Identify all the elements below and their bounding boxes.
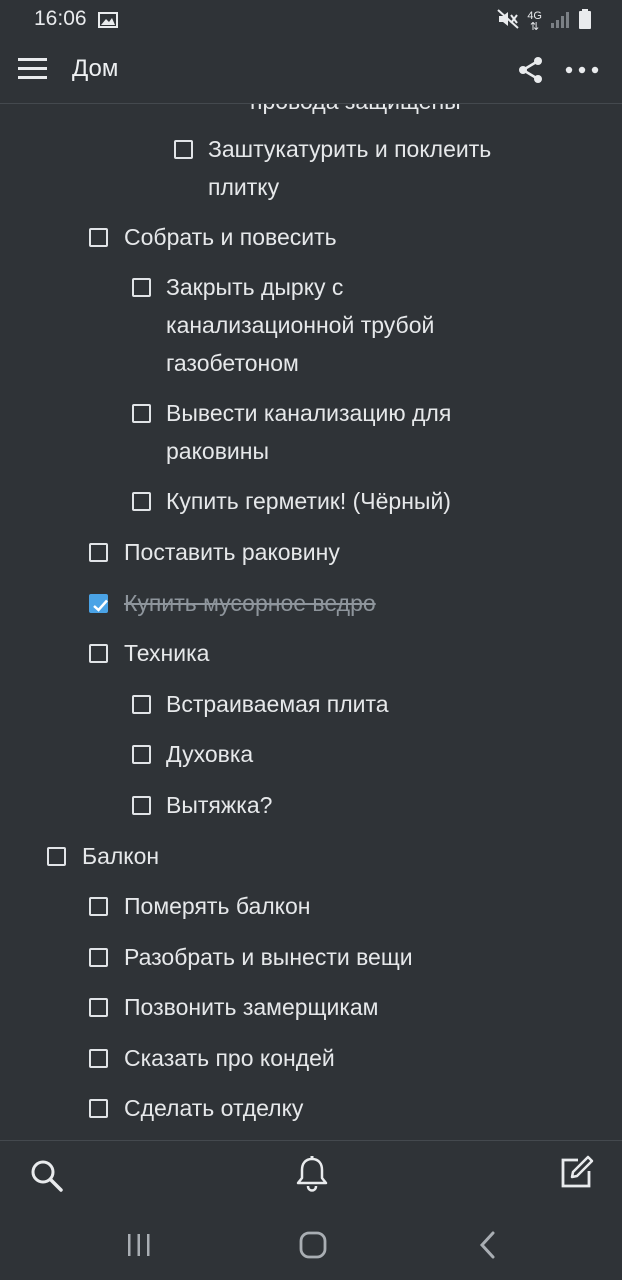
status-icons: 4G ⇅ <box>497 8 592 36</box>
checkbox[interactable] <box>89 1099 108 1118</box>
network-4g-icon: 4G ⇅ <box>527 11 542 33</box>
item-text[interactable]: Померять балкон <box>124 887 311 925</box>
status-bar: 16:06 4G ⇅ <box>0 0 622 40</box>
item-text[interactable]: Разобрать и вынести вещи <box>124 938 413 976</box>
item-text[interactable]: Балкон <box>82 837 159 875</box>
checkbox[interactable] <box>132 492 151 511</box>
checkbox[interactable] <box>89 998 108 1017</box>
item-text[interactable]: Сделать отделку <box>124 1089 303 1127</box>
check-icon <box>93 599 108 612</box>
checkbox[interactable] <box>89 644 108 663</box>
item-text: провода защищены <box>250 104 461 120</box>
checkbox[interactable] <box>89 897 108 916</box>
item-text[interactable]: Позвонить замерщикам <box>124 988 379 1026</box>
recents-icon[interactable] <box>125 1232 153 1258</box>
menu-icon[interactable] <box>18 56 48 82</box>
home-icon[interactable] <box>298 1230 328 1260</box>
item-text-done[interactable]: Купить мусорное ведро <box>124 584 376 622</box>
image-icon <box>98 10 118 28</box>
item-text[interactable]: Встраиваемая плита <box>166 685 389 723</box>
item-text[interactable]: Вывести канализацию для <box>166 394 451 432</box>
item-text-line2[interactable]: канализационной трубой <box>166 306 434 344</box>
battery-icon <box>578 8 592 36</box>
new-note-icon[interactable] <box>558 1155 594 1191</box>
item-text[interactable]: Поставить раковину <box>124 533 340 571</box>
item-text[interactable]: Собрать и повесить <box>124 218 337 256</box>
mute-icon <box>497 9 519 35</box>
item-text[interactable]: Сказать про кондей <box>124 1039 335 1077</box>
item-text[interactable]: Купить герметик! (Чёрный) <box>166 482 451 520</box>
checkbox[interactable] <box>89 1049 108 1068</box>
page-title: Дом <box>72 55 119 82</box>
item-text-line3[interactable]: газобетоном <box>166 344 299 382</box>
checkbox-checked[interactable] <box>89 594 108 613</box>
search-icon[interactable] <box>30 1159 64 1193</box>
signal-icon <box>550 9 570 35</box>
checkbox[interactable] <box>132 695 151 714</box>
data-arrows-icon: ⇅ <box>530 21 540 33</box>
checkbox[interactable] <box>132 278 151 297</box>
checkbox[interactable] <box>89 228 108 247</box>
status-time: 16:06 <box>34 7 87 30</box>
checkbox[interactable] <box>89 948 108 967</box>
bottom-toolbar <box>0 1140 622 1211</box>
bell-icon[interactable] <box>294 1155 330 1193</box>
checklist: провода защищены Заштукатурить и поклеит… <box>0 104 622 1140</box>
checkbox[interactable] <box>132 796 151 815</box>
item-text-line2[interactable]: раковины <box>166 432 269 470</box>
share-icon[interactable] <box>516 55 546 85</box>
checkbox[interactable] <box>132 404 151 423</box>
app-bar: Дом <box>0 40 622 104</box>
item-text[interactable]: Вытяжка? <box>166 786 272 824</box>
checkbox[interactable] <box>89 543 108 562</box>
item-text[interactable]: Духовка <box>166 735 253 773</box>
checkbox[interactable] <box>132 745 151 764</box>
back-icon[interactable] <box>476 1230 500 1260</box>
item-text-line2[interactable]: плитку <box>208 168 279 206</box>
system-nav-bar <box>0 1210 622 1280</box>
item-text[interactable]: Заштукатурить и поклеить <box>208 130 491 168</box>
checkbox[interactable] <box>47 847 66 866</box>
checkbox[interactable] <box>174 140 193 159</box>
more-icon[interactable] <box>564 55 600 85</box>
item-text[interactable]: Закрыть дырку с <box>166 268 343 306</box>
item-text[interactable]: Техника <box>124 634 209 672</box>
